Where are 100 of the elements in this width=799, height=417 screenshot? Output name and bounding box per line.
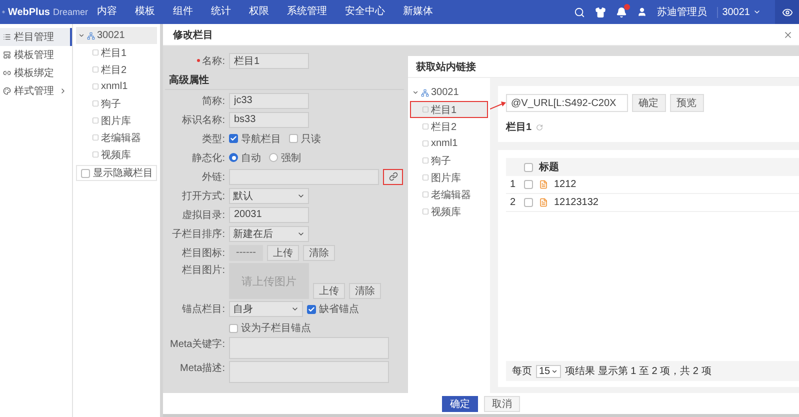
table-cell: 1212	[554, 179, 576, 190]
field-label: 虚拟目录:	[182, 208, 225, 222]
select-field[interactable]: 自身	[229, 301, 303, 317]
tree-item[interactable]: 图片库	[76, 112, 157, 129]
page-icon	[422, 157, 429, 164]
sidebar-item[interactable]: 栏目管理	[0, 28, 72, 46]
field-label: 子栏目排序:	[172, 228, 225, 240]
expand-icon[interactable]	[412, 89, 419, 96]
option-label: 显示隐藏栏目	[93, 166, 153, 180]
tree-item[interactable]: xnml1	[410, 135, 488, 152]
checkbox[interactable]	[289, 134, 298, 143]
document-icon	[539, 180, 548, 189]
checkbox[interactable]	[524, 180, 533, 189]
option-label: 设为子栏目锚点	[241, 322, 311, 335]
radio-button[interactable]	[229, 153, 238, 162]
tree-item[interactable]: xnml1	[76, 78, 157, 95]
checkbox[interactable]	[81, 168, 90, 178]
tree-item[interactable]: 图片库	[410, 169, 488, 186]
nav-link[interactable]: 组件	[164, 0, 202, 24]
upload-button[interactable]: 上传	[267, 244, 299, 260]
text-field[interactable]: 20031	[229, 206, 309, 222]
page-icon	[422, 174, 429, 181]
upload-button[interactable]: 上传	[313, 283, 345, 299]
field-label: 简称:	[202, 94, 225, 108]
page-icon	[92, 66, 99, 73]
eye-icon	[782, 6, 792, 18]
upload-button[interactable]: 清除	[349, 283, 381, 299]
tree-item[interactable]: 视频库	[76, 146, 157, 163]
page-icon	[92, 100, 99, 107]
panel-title: 获取站内链接	[416, 60, 476, 74]
field-label: 静态化:	[192, 152, 225, 164]
tree-item[interactable]: 栏目2	[76, 61, 157, 78]
close-icon	[783, 30, 793, 40]
link-picker-button[interactable]	[383, 168, 403, 184]
tree-item[interactable]: 视频库	[410, 203, 488, 220]
picker-button[interactable]: 预览	[670, 94, 704, 112]
shirt-icon[interactable]	[595, 6, 606, 18]
expand-icon[interactable]	[78, 32, 85, 39]
field-label: 栏目图标:	[182, 246, 225, 260]
checkbox[interactable]	[524, 162, 533, 172]
nav-link[interactable]: 内容	[88, 0, 126, 24]
caret-icon	[753, 8, 761, 16]
tree-item[interactable]: 栏目1	[410, 101, 488, 118]
tree-item[interactable]: 30021	[76, 27, 157, 44]
page-icon	[422, 208, 429, 215]
field-label: 外链:	[202, 170, 225, 184]
page-icon	[92, 151, 99, 158]
sitemap-icon	[421, 88, 429, 96]
picker-button[interactable]: 确定	[632, 94, 666, 112]
menu-item-icon	[3, 33, 11, 41]
text-field[interactable]: 栏目1	[229, 52, 309, 68]
search-icon[interactable]	[574, 6, 586, 18]
nav-link[interactable]: 安全中心	[336, 0, 394, 24]
tree-item[interactable]: 老编辑器	[76, 129, 157, 146]
close-button[interactable]	[783, 30, 793, 40]
sidebar-item[interactable]: 模板管理	[0, 46, 72, 64]
nav-link[interactable]: 权限	[240, 0, 278, 24]
radio-button[interactable]	[269, 153, 278, 162]
sidebar-item[interactable]: 模板绑定	[0, 64, 72, 82]
nav-link[interactable]: 新媒体	[394, 0, 442, 24]
tree-item[interactable]: 栏目1	[76, 44, 157, 61]
column-header: 标题	[539, 160, 559, 174]
dialog-button[interactable]: 确定	[442, 396, 478, 412]
link-field[interactable]: @V_URL[L:S492-C20X	[506, 94, 628, 112]
site-dropdown[interactable]: 30021	[717, 6, 765, 18]
per-page-select[interactable]: 15	[536, 364, 562, 378]
per-page-label: 每页	[512, 365, 532, 378]
bell-icon[interactable]	[616, 6, 628, 18]
sidebar-item[interactable]: 样式管理	[0, 82, 72, 100]
tree-item[interactable]: 狗子	[410, 152, 488, 169]
select-field[interactable]: 新建在后	[229, 226, 309, 242]
product-name: Dreamer	[52, 7, 88, 17]
nav-link[interactable]: 统计	[202, 0, 240, 24]
menu-item-icon	[3, 87, 11, 95]
option-label: 强制	[281, 152, 301, 164]
field-label: Meta关键字:	[170, 338, 225, 351]
option-label: 导航栏目	[241, 132, 281, 146]
logo-text: WebPlus	[8, 6, 50, 18]
tree-item[interactable]: 老编辑器	[410, 186, 488, 203]
select-field[interactable]: 默认	[229, 188, 309, 204]
checkbox[interactable]	[524, 198, 533, 207]
field-label: 锚点栏目:	[182, 302, 225, 316]
tree-item[interactable]: 栏目2	[410, 118, 488, 135]
tree-item[interactable]: 30021	[410, 84, 488, 101]
tree-item[interactable]: 狗子	[76, 95, 157, 112]
chevron-icon	[291, 305, 299, 313]
checkbox[interactable]	[229, 324, 238, 332]
checkbox[interactable]	[307, 304, 316, 314]
user-name[interactable]: 苏迪管理员	[657, 5, 708, 19]
dialog-button[interactable]: 取消	[484, 396, 520, 412]
nav-link[interactable]: 系统管理	[278, 0, 336, 24]
upload-button[interactable]: 清除	[303, 244, 335, 260]
checkbox[interactable]	[229, 134, 238, 143]
preview-button[interactable]	[775, 0, 799, 24]
link-field[interactable]	[229, 168, 379, 184]
text-field[interactable]: jc33	[229, 92, 309, 108]
page-icon	[92, 134, 99, 141]
nav-link[interactable]: 模板	[126, 0, 164, 24]
sitemap-icon	[87, 32, 95, 40]
text-field[interactable]: bs33	[229, 112, 309, 128]
